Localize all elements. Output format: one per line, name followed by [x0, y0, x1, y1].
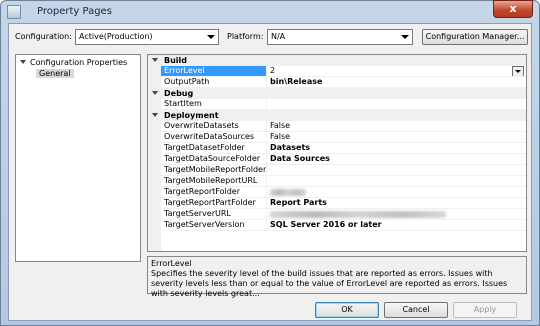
property-row-errorlevel[interactable]: ErrorLevel 2	[148, 66, 526, 77]
property-row-targetmobilereporturl[interactable]: TargetMobileReportURL	[148, 176, 526, 187]
platform-combo-value: N/A	[271, 32, 286, 41]
configuration-combo[interactable]: Active(Production)	[75, 29, 219, 45]
property-name: TargetReportPartFolder	[161, 198, 267, 209]
property-name: TargetDatasetFolder	[161, 143, 267, 154]
redacted-value	[270, 189, 306, 196]
property-name: OverwriteDatasets	[161, 121, 267, 132]
tree-item-general[interactable]: General	[36, 68, 74, 79]
property-value[interactable]	[267, 209, 526, 220]
property-value[interactable]	[267, 165, 526, 176]
property-value[interactable]: Data Sources	[267, 154, 526, 165]
property-row-targetserverurl[interactable]: TargetServerURL	[148, 209, 526, 220]
category-build[interactable]: Build	[148, 55, 526, 66]
category-debug[interactable]: Debug	[148, 88, 526, 99]
property-value-text: 2	[270, 66, 276, 75]
category-deployment[interactable]: Deployment	[148, 110, 526, 121]
tree-item-label: General	[36, 69, 74, 78]
property-value[interactable]: SQL Server 2016 or later	[267, 220, 526, 231]
property-name: TargetServerVersion	[161, 220, 267, 231]
property-row-targetreportfolder[interactable]: TargetReportFolder	[148, 187, 526, 198]
property-row-overwritedatasources[interactable]: OverwriteDataSources False	[148, 132, 526, 143]
dialog-client-area: Configuration: Active(Production) Platfo…	[8, 23, 532, 321]
property-value[interactable]: bin\Release	[267, 77, 526, 88]
window-title: Property Pages	[37, 6, 112, 17]
property-name: TargetDataSourceFolder	[161, 154, 267, 165]
collapse-arrow-icon[interactable]	[152, 58, 158, 62]
property-name: TargetMobileReportFolder	[161, 165, 267, 176]
category-label: Build	[164, 56, 188, 65]
platform-label: Platform:	[227, 32, 264, 41]
description-panel: ErrorLevel Specifies the severity level …	[147, 256, 527, 298]
property-name: TargetMobileReportURL	[161, 176, 267, 187]
category-label: Debug	[164, 89, 194, 98]
property-value[interactable]: Datasets	[267, 143, 526, 154]
property-name: OverwriteDataSources	[161, 132, 267, 143]
apply-button[interactable]: Apply	[453, 302, 517, 318]
property-row-overwritedatasets[interactable]: OverwriteDatasets False	[148, 121, 526, 132]
collapse-arrow-icon[interactable]	[152, 91, 158, 95]
property-row-targetmobilereportfolder[interactable]: TargetMobileReportFolder	[148, 165, 526, 176]
configuration-label: Configuration:	[15, 32, 72, 41]
category-label: Deployment	[164, 111, 219, 120]
description-title: ErrorLevel	[151, 259, 192, 268]
property-name: TargetReportFolder	[161, 187, 267, 198]
redacted-value	[270, 211, 446, 218]
property-value[interactable]: Report Parts	[267, 198, 526, 209]
property-row-outputpath[interactable]: OutputPath bin\Release	[148, 77, 526, 88]
property-value[interactable]: False	[267, 132, 526, 143]
property-row-targetdatasetfolder[interactable]: TargetDatasetFolder Datasets	[148, 143, 526, 154]
property-value[interactable]: False	[267, 121, 526, 132]
property-name: StartItem	[161, 99, 267, 110]
property-name: OutputPath	[161, 77, 267, 88]
ok-button[interactable]: OK	[315, 302, 379, 318]
property-value[interactable]: 2	[267, 66, 526, 77]
description-text: Specifies the severity level of the buil…	[151, 269, 508, 298]
property-grid[interactable]: Build ErrorLevel 2 OutputPath bin\Releas…	[147, 54, 527, 252]
property-row-targetdatasourcefolder[interactable]: TargetDataSourceFolder Data Sources	[148, 154, 526, 165]
property-name: ErrorLevel	[161, 66, 267, 77]
property-row-targetreportpartfolder[interactable]: TargetReportPartFolder Report Parts	[148, 198, 526, 209]
close-button[interactable]: x	[493, 0, 533, 18]
property-pages-icon	[7, 5, 21, 19]
configuration-tree[interactable]: Configuration Properties General	[15, 54, 141, 262]
configuration-combo-value: Active(Production)	[79, 32, 153, 41]
tree-item-configuration-properties[interactable]: Configuration Properties	[16, 57, 127, 68]
collapse-arrow-icon[interactable]	[152, 113, 158, 117]
configuration-manager-button[interactable]: Configuration Manager...	[422, 29, 528, 45]
property-value[interactable]	[267, 176, 526, 187]
property-name: TargetServerURL	[161, 209, 267, 220]
title-bar[interactable]: Property Pages x	[1, 0, 539, 23]
chevron-down-icon	[401, 35, 409, 39]
dropdown-arrow-icon[interactable]	[512, 66, 524, 76]
property-pages-window: Property Pages x Configuration: Active(P…	[0, 0, 540, 326]
property-value[interactable]	[267, 99, 526, 110]
chevron-down-icon	[207, 35, 215, 39]
cancel-button[interactable]: Cancel	[384, 302, 448, 318]
platform-combo[interactable]: N/A	[267, 29, 413, 45]
property-value[interactable]	[267, 187, 526, 198]
property-row-startitem[interactable]: StartItem	[148, 99, 526, 110]
collapse-arrow-icon[interactable]	[20, 60, 26, 64]
property-row-targetserverversion[interactable]: TargetServerVersion SQL Server 2016 or l…	[148, 220, 526, 231]
tree-item-label: Configuration Properties	[30, 58, 128, 67]
